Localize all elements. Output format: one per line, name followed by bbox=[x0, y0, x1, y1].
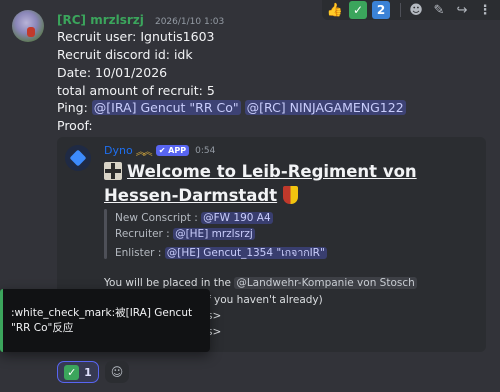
field-enlister: Enlister : @[HE] Gencut_1354 "เกจากIR" bbox=[115, 244, 327, 261]
field-label: New Conscript : bbox=[115, 212, 198, 224]
smiley-icon[interactable]: ☻ bbox=[407, 1, 425, 19]
embed-title-text: Welcome to Leib-Regiment von Hessen-Darm… bbox=[104, 162, 417, 205]
field-label: Enlister : bbox=[115, 247, 162, 259]
reaction-count: 1 bbox=[84, 365, 92, 379]
coat-of-arms-icon bbox=[283, 186, 299, 204]
message-toolbar: 👍 ✓ 2 ☻ ✎ ↪ ⋮ bbox=[322, 0, 500, 20]
check-reaction-button[interactable]: ✓ 1 bbox=[57, 361, 99, 383]
total-recruit-line: total amount of recruit: 5 bbox=[57, 83, 215, 98]
message-timestamp: 2026/1/10 1:03 bbox=[154, 17, 225, 27]
ping-label: Ping: bbox=[57, 100, 88, 115]
user-mention[interactable]: @[IRA] Gencut "RR Co" bbox=[91, 100, 241, 115]
ping-line: Ping: @[IRA] Gencut "RR Co" @[RC] NINJAG… bbox=[57, 100, 406, 115]
user-mention[interactable]: @[HE] Gencut_1354 "เกจากIR" bbox=[164, 247, 327, 259]
bot-name[interactable]: Dyno bbox=[104, 144, 133, 157]
rank-chevrons-icon: ︽︽ bbox=[135, 147, 153, 158]
quote-bar bbox=[104, 209, 107, 259]
field-label: Recruiter : bbox=[115, 228, 170, 240]
date-line: Date: 10/01/2026 bbox=[57, 65, 168, 80]
pencil-icon[interactable]: ✎ bbox=[430, 1, 448, 19]
add-reaction-icon[interactable]: ☺ bbox=[105, 361, 129, 383]
embed-title: Welcome to Leib-Regiment von Hessen-Darm… bbox=[104, 160, 434, 208]
user-mention[interactable]: @[HE] mrzlsrzj bbox=[173, 228, 255, 240]
username[interactable]: [RC] mrzlsrzj bbox=[57, 13, 144, 27]
bot-avatar[interactable] bbox=[65, 145, 91, 171]
tooltip-text: :white_check_mark:被[IRA] Gencut "RR Co"反… bbox=[11, 307, 193, 334]
thumbs-up-icon[interactable]: 👍 bbox=[326, 1, 344, 19]
iron-cross-icon bbox=[104, 162, 122, 180]
more-icon[interactable]: ⋮ bbox=[476, 1, 494, 19]
tooltip-accent-bar bbox=[0, 289, 3, 352]
role-mention[interactable]: @Landwehr-Kompanie von Stosch bbox=[234, 277, 417, 289]
check-mark-icon: ✓ bbox=[64, 364, 80, 380]
bot-header: Dyno ︽︽ ✔ APP 0:54 bbox=[104, 143, 215, 158]
user-mention[interactable]: @FW 190 A4 bbox=[201, 212, 273, 224]
field-recruiter: Recruiter : @[HE] mrzlsrzj bbox=[115, 228, 255, 240]
recruit-user-line: Recruit user: Ignutis1603 bbox=[57, 29, 215, 44]
user-avatar[interactable] bbox=[12, 10, 44, 42]
placement-text: You will be placed in the bbox=[104, 277, 231, 289]
placement-line: You will be placed in the @Landwehr-Komp… bbox=[104, 277, 417, 289]
number-reaction-button[interactable]: 2 bbox=[372, 1, 390, 19]
message: [RC] mrzlsrzj 2026/1/10 1:03 Recruit use… bbox=[0, 0, 500, 392]
user-mention[interactable]: @[RC] NINJAGAMENG122 bbox=[244, 100, 406, 115]
reply-arrow-icon[interactable]: ↪ bbox=[453, 1, 471, 19]
field-new-conscript: New Conscript : @FW 190 A4 bbox=[115, 212, 273, 224]
recruit-discord-id-line: Recruit discord id: idk bbox=[57, 47, 193, 62]
partial-text: f you haven't already) bbox=[207, 294, 323, 306]
reaction-tooltip: :white_check_mark:被[IRA] Gencut "RR Co"反… bbox=[0, 289, 210, 352]
app-badge: ✔ APP bbox=[155, 145, 190, 156]
check-mark-icon[interactable]: ✓ bbox=[349, 1, 367, 19]
toolbar-divider bbox=[400, 3, 401, 17]
bot-timestamp: 0:54 bbox=[195, 145, 216, 156]
proof-line: Proof: bbox=[57, 118, 93, 133]
message-header: [RC] mrzlsrzj 2026/1/10 1:03 bbox=[57, 9, 224, 28]
